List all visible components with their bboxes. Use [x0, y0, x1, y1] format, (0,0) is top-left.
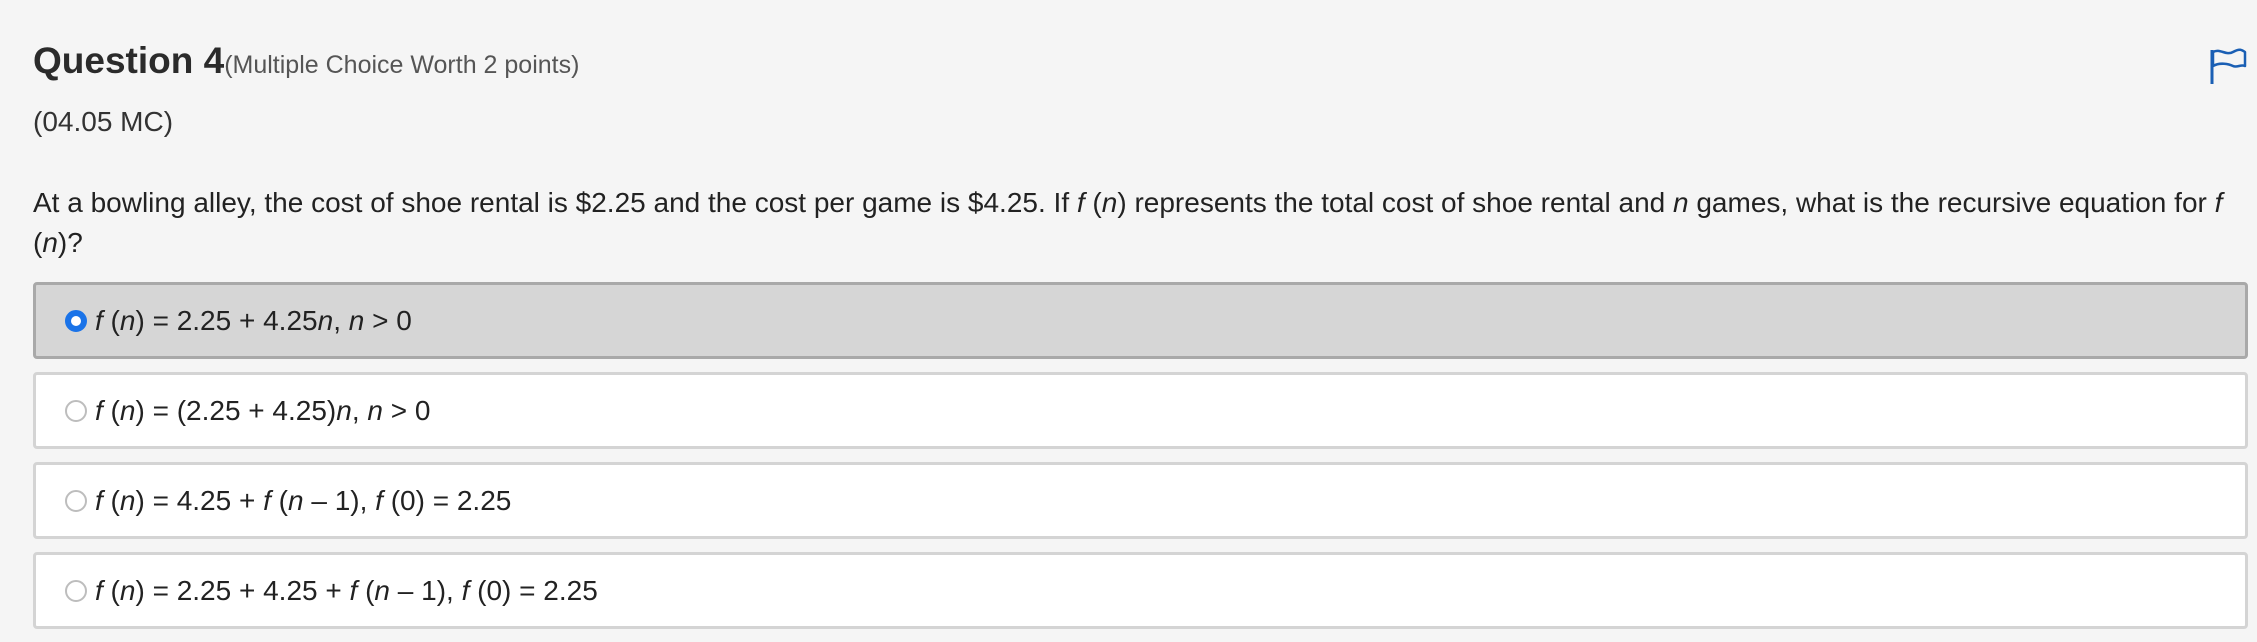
question-stem: At a bowling alley, the cost of shoe ren…: [33, 183, 2248, 263]
answer-choice-label: f (n) = (2.25 + 4.25)n, n > 0: [95, 395, 430, 427]
answer-choice-text: (: [357, 574, 375, 606]
answer-choice-text: f: [95, 304, 103, 336]
answer-choice-2[interactable]: f (n) = (2.25 + 4.25)n, n > 0: [33, 372, 2248, 449]
question-header: Question 4(Multiple Choice Worth 2 point…: [33, 40, 579, 82]
answer-choice-label: f (n) = 2.25 + 4.25 + f (n – 1), f (0) =…: [95, 575, 598, 607]
answer-choice-text: ) = 4.25 +: [135, 484, 264, 516]
answer-choice-text: ,: [351, 394, 368, 426]
answer-choice-text: > 0: [382, 394, 431, 426]
answer-choice-text: (0) = 2.25: [382, 484, 512, 516]
answer-choice-text: n: [119, 484, 136, 516]
answer-choice-text: f: [263, 484, 271, 516]
answer-choice-4[interactable]: f (n) = 2.25 + 4.25 + f (n – 1), f (0) =…: [33, 552, 2248, 629]
answer-choice-text: (: [270, 484, 288, 516]
question-stem-text: At a bowling alley, the cost of shoe ren…: [33, 187, 1077, 218]
question-title: Question 4: [33, 40, 225, 81]
answer-choice-text: n: [367, 394, 383, 426]
question-stem-text: f: [1076, 187, 1085, 218]
question-stem-text: ) represents the total cost of shoe rent…: [1117, 187, 1673, 218]
answer-choice-text: ) = 2.25 + 4.25: [135, 304, 318, 336]
answer-choice-text: f: [95, 484, 103, 516]
answer-choice-text: n: [119, 574, 136, 606]
radio-button[interactable]: [65, 579, 87, 602]
answer-choice-text: – 1),: [389, 574, 462, 606]
question-code: (04.05 MC): [33, 106, 174, 137]
answer-choices: f (n) = 2.25 + 4.25n, n > 0 f (n) = (2.2…: [33, 282, 2248, 642]
answer-choice-label: f (n) = 4.25 + f (n – 1), f (0) = 2.25: [95, 485, 511, 517]
question-stem-text: )?: [57, 227, 83, 258]
answer-choice-text: f: [375, 484, 383, 516]
answer-choice-text: (: [102, 394, 120, 426]
question-stem-text: (: [33, 227, 43, 258]
answer-choice-text: n: [119, 394, 136, 426]
question-stem-text: (: [1084, 187, 1102, 218]
question-worth: (Multiple Choice Worth 2 points): [224, 51, 580, 79]
answer-choice-text: n: [288, 484, 304, 516]
question-stem-text: f: [2214, 187, 2223, 218]
radio-button[interactable]: [65, 309, 87, 332]
answer-choice-text: (0) = 2.25: [469, 574, 598, 606]
answer-choice-text: > 0: [364, 304, 412, 336]
answer-choice-text: – 1),: [303, 484, 376, 516]
answer-choice-text: n: [348, 304, 365, 336]
question-stem-text: n: [1101, 187, 1118, 218]
flag-icon[interactable]: [2208, 46, 2248, 86]
question-stem-text: games, what is the recursive equation fo…: [1688, 187, 2215, 218]
answer-choice-text: f: [95, 574, 103, 606]
answer-choice-text: n: [119, 304, 136, 336]
radio-button[interactable]: [65, 399, 87, 422]
answer-choice-text: n: [336, 394, 352, 426]
answer-choice-text: (: [102, 574, 120, 606]
answer-choice-text: ) = 2.25 + 4.25 +: [135, 574, 350, 606]
question-stem-text: n: [1673, 187, 1689, 218]
answer-choice-text: (: [102, 484, 120, 516]
answer-choice-label: f (n) = 2.25 + 4.25n, n > 0: [95, 305, 412, 337]
answer-choice-text: (: [102, 304, 120, 336]
answer-choice-text: ) = (2.25 + 4.25): [135, 394, 337, 426]
answer-choice-3[interactable]: f (n) = 4.25 + f (n – 1), f (0) = 2.25: [33, 462, 2248, 539]
answer-choice-text: n: [374, 574, 390, 606]
radio-button[interactable]: [65, 489, 87, 512]
answer-choice-text: f: [95, 394, 103, 426]
answer-choice-text: ,: [333, 304, 349, 336]
answer-choice-1[interactable]: f (n) = 2.25 + 4.25n, n > 0: [33, 282, 2248, 359]
answer-choice-text: n: [317, 304, 334, 336]
question-stem-text: n: [42, 227, 58, 258]
